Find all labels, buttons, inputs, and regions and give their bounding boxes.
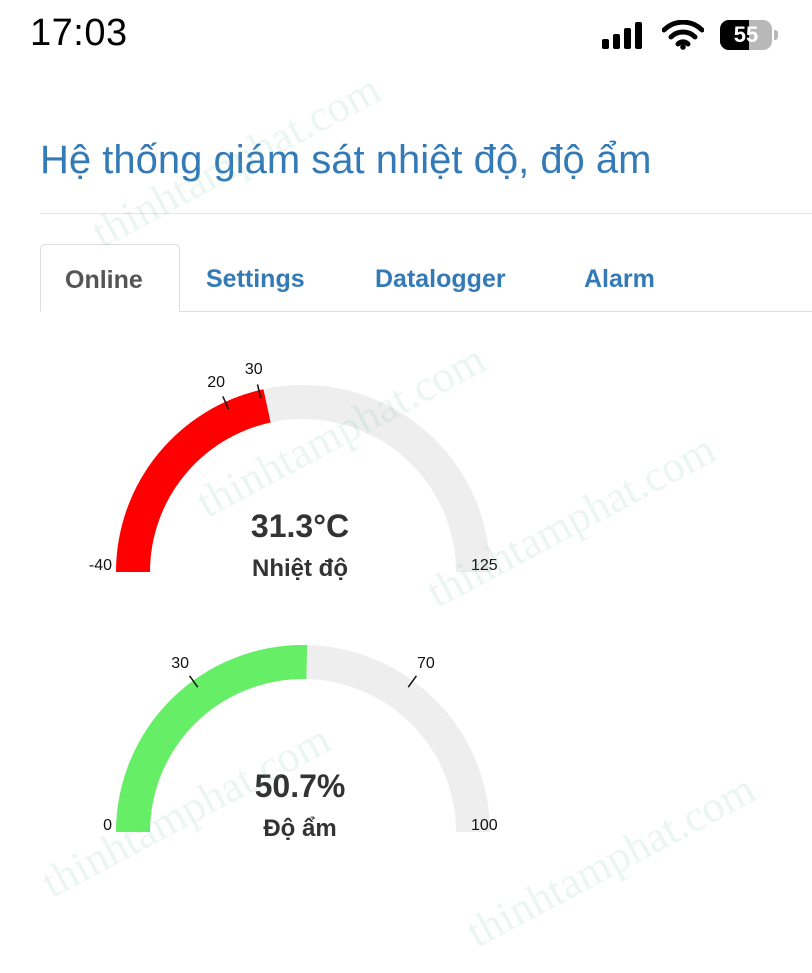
wifi-icon — [662, 20, 704, 50]
battery-level: 55 — [733, 22, 759, 47]
temperature-tick-label-20: 20 — [207, 374, 225, 391]
page-title: Hệ thống giám sát nhiệt độ, độ ẩm — [40, 138, 652, 182]
temperature-min-label: -40 — [89, 557, 112, 574]
temperature-label: Nhiệt độ — [252, 555, 348, 582]
humidity-tick-label-30: 30 — [171, 655, 189, 672]
temperature-value: 31.3°C — [251, 508, 349, 544]
tab-datalogger[interactable]: Datalogger — [351, 244, 530, 310]
tab-online[interactable]: Online — [40, 244, 180, 312]
battery-icon: 55 — [720, 20, 778, 50]
temperature-tick-label-30: 30 — [245, 361, 263, 378]
humidity-value: 50.7% — [255, 768, 346, 804]
temperature-gauge: 20 30 -40 125 31.3°C Nhiệt độ — [89, 361, 498, 582]
cellular-signal-icon — [602, 22, 642, 49]
humidity-tick-label-70: 70 — [417, 655, 435, 672]
temperature-gauge-fill — [116, 389, 271, 572]
humidity-gauge: 30 70 0 100 50.7% Độ ẩm — [103, 645, 498, 842]
status-icons: 55 — [602, 20, 778, 50]
status-bar: 17:03 55 — [0, 0, 812, 78]
humidity-max-label: 100 — [471, 817, 498, 834]
status-time: 17:03 — [30, 12, 128, 54]
tab-settings[interactable]: Settings — [182, 244, 329, 310]
tab-alarm[interactable]: Alarm — [560, 244, 679, 310]
tab-bar: Online Settings Datalogger Alarm — [40, 244, 812, 312]
humidity-label: Độ ẩm — [263, 815, 336, 842]
humidity-min-label: 0 — [103, 817, 112, 834]
title-divider — [40, 213, 812, 214]
temperature-max-label: 125 — [471, 557, 498, 574]
